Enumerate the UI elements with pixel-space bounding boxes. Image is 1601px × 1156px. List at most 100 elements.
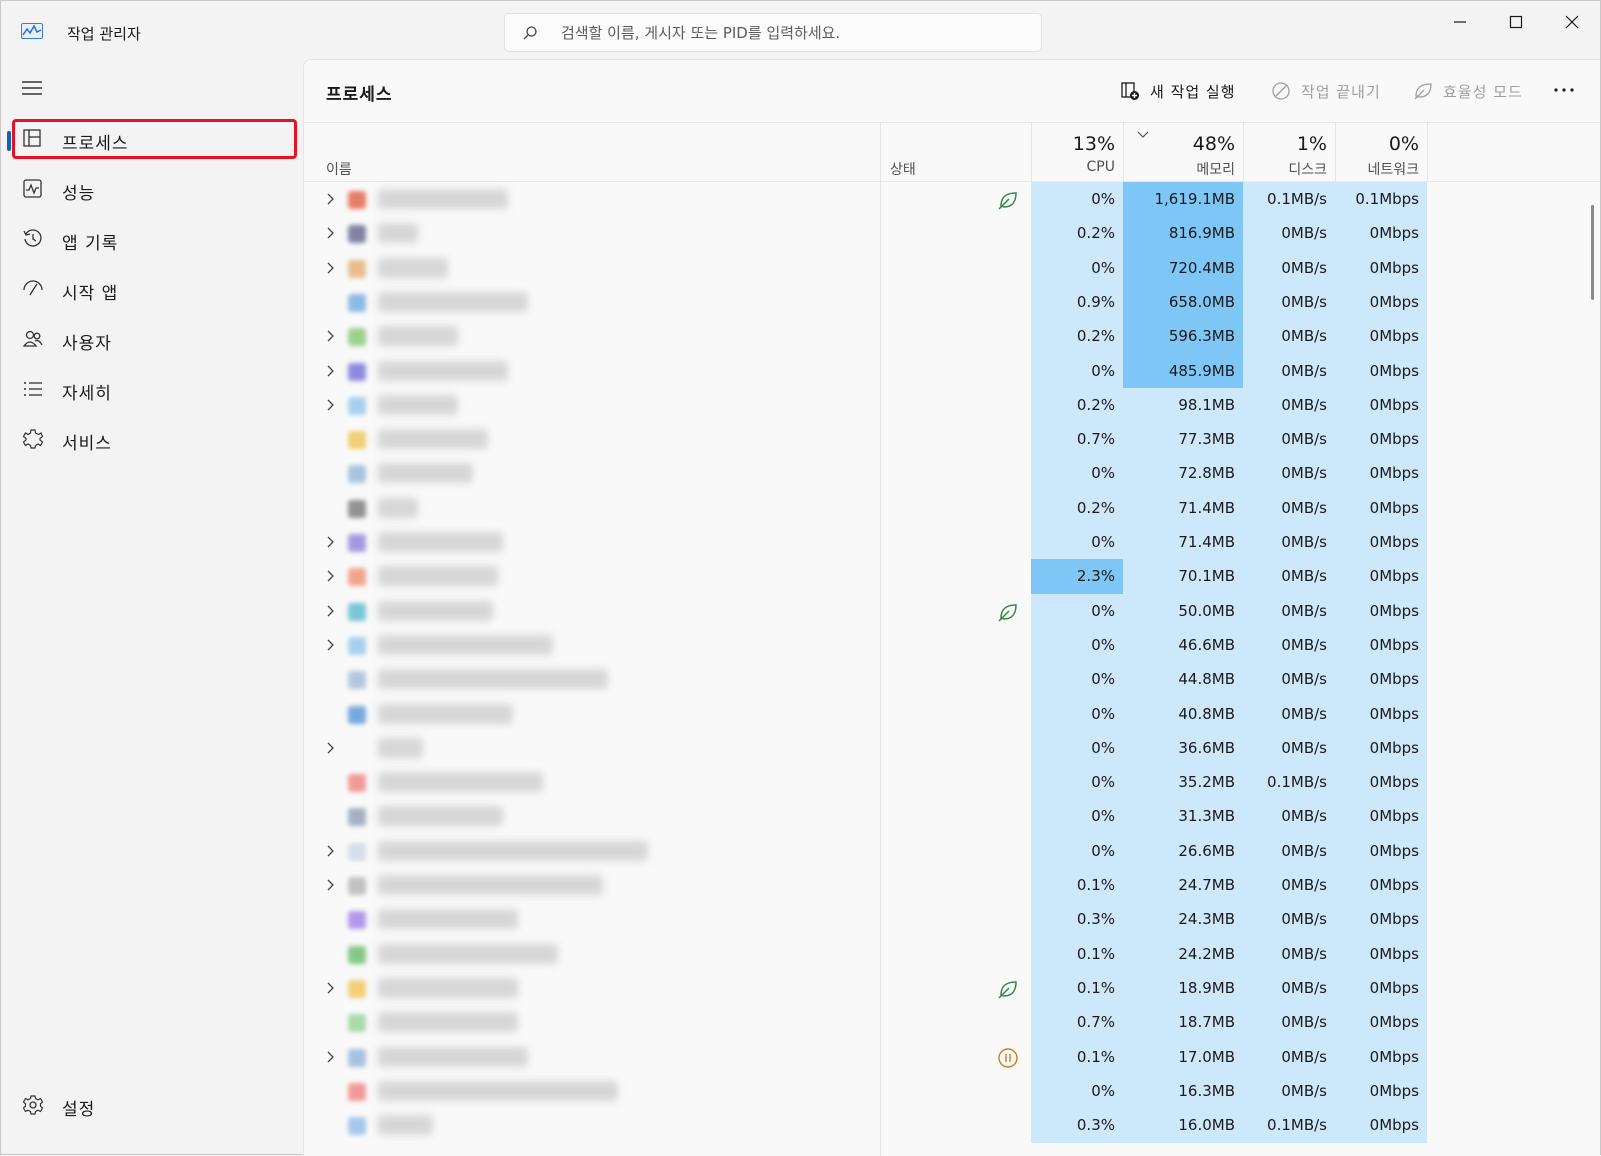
more-options-icon[interactable]: [1552, 80, 1576, 100]
column-header-name[interactable]: 이름: [326, 159, 352, 179]
end-task-button[interactable]: 작업 끝내기: [1271, 78, 1381, 104]
process-name-redacted: [378, 257, 448, 278]
table-row[interactable]: 0.1% 24.2MB 0MB/s 0Mbps: [304, 936, 1600, 972]
disk-cell: 0MB/s: [1243, 353, 1335, 389]
table-row[interactable]: 0% 31.3MB 0MB/s 0Mbps: [304, 799, 1600, 835]
chevron-right-icon[interactable]: [324, 638, 338, 652]
column-header-disk-percent[interactable]: 1%: [1243, 133, 1327, 155]
table-row[interactable]: 0.2% 71.4MB 0MB/s 0Mbps: [304, 490, 1600, 526]
table-row[interactable]: 0.1% 18.9MB 0MB/s 0Mbps: [304, 970, 1600, 1006]
table-row[interactable]: 0.2% 98.1MB 0MB/s 0Mbps: [304, 387, 1600, 423]
process-name-redacted: [378, 1012, 518, 1033]
table-row[interactable]: 0% 40.8MB 0MB/s 0Mbps: [304, 696, 1600, 732]
table-row[interactable]: 0% 44.8MB 0MB/s 0Mbps: [304, 662, 1600, 698]
table-row[interactable]: 0% 46.6MB 0MB/s 0Mbps: [304, 627, 1600, 663]
chevron-right-icon[interactable]: [324, 1050, 338, 1064]
sidebar-item-users[interactable]: 사용자: [12, 319, 297, 359]
table-row[interactable]: 0% 36.6MB 0MB/s 0Mbps: [304, 730, 1600, 766]
run-new-task-button[interactable]: 새 작업 실행: [1120, 78, 1236, 104]
process-name-redacted: [378, 669, 608, 690]
table-row[interactable]: 0% 35.2MB 0.1MB/s 0Mbps: [304, 765, 1600, 801]
column-header-cpu[interactable]: CPU: [1031, 159, 1115, 175]
sidebar-item-settings[interactable]: 설정: [12, 1085, 297, 1125]
startup-apps-icon: [23, 280, 43, 296]
table-row[interactable]: 0% 16.3MB 0MB/s 0Mbps: [304, 1073, 1600, 1109]
table-row[interactable]: 0% 72.8MB 0MB/s 0Mbps: [304, 456, 1600, 492]
chevron-right-icon[interactable]: [324, 329, 338, 343]
process-icon: [348, 431, 366, 450]
chevron-right-icon[interactable]: [324, 364, 338, 378]
chevron-right-icon[interactable]: [324, 226, 338, 240]
process-name-redacted: [378, 189, 508, 209]
close-button[interactable]: [1544, 1, 1600, 43]
hamburger-menu-icon[interactable]: [21, 79, 43, 97]
search-box[interactable]: [504, 13, 1042, 52]
chevron-right-icon[interactable]: [324, 261, 338, 275]
table-row[interactable]: 0% 50.0MB 0MB/s 0Mbps: [304, 593, 1600, 629]
table-row[interactable]: 0.1% 24.7MB 0MB/s 0Mbps: [304, 868, 1600, 903]
process-name-redacted: [378, 566, 498, 587]
table-row[interactable]: 0% 485.9MB 0MB/s 0Mbps: [304, 353, 1600, 389]
memory-cell: 71.4MB: [1123, 525, 1243, 560]
sidebar-item-performance[interactable]: 성능: [12, 169, 297, 209]
chevron-right-icon[interactable]: [324, 878, 338, 892]
column-header-network[interactable]: 네트워크: [1335, 159, 1419, 179]
services-icon: [22, 429, 44, 449]
column-header-disk[interactable]: 디스크: [1243, 159, 1327, 179]
disk-cell: 0MB/s: [1243, 799, 1335, 835]
process-icon: [348, 259, 366, 278]
table-row[interactable]: 0.2% 596.3MB 0MB/s 0Mbps: [304, 319, 1600, 355]
details-icon: [24, 382, 42, 396]
table-row[interactable]: 2.3% 70.1MB 0MB/s 0Mbps: [304, 559, 1600, 595]
table-row[interactable]: 0% 1,619.1MB 0.1MB/s 0.1Mbps: [304, 182, 1600, 217]
memory-cell: 16.3MB: [1123, 1073, 1243, 1109]
chevron-right-icon[interactable]: [324, 981, 338, 995]
process-name-redacted: [378, 943, 558, 964]
chevron-right-icon[interactable]: [324, 741, 338, 755]
table-row[interactable]: 0.7% 77.3MB 0MB/s 0Mbps: [304, 422, 1600, 458]
sidebar-item-processes[interactable]: 프로세스: [12, 119, 297, 159]
process-name-redacted: [378, 1080, 618, 1101]
efficiency-mode-button[interactable]: 효율성 모드: [1413, 78, 1523, 104]
table-row[interactable]: 0.2% 816.9MB 0MB/s 0Mbps: [304, 216, 1600, 252]
sidebar-item-app-history[interactable]: 앱 기록: [12, 219, 297, 259]
column-header-cpu-percent[interactable]: 13%: [1031, 133, 1115, 155]
process-icon: [348, 534, 366, 552]
column-header-status[interactable]: 상태: [890, 159, 916, 179]
memory-cell: 18.9MB: [1123, 970, 1243, 1006]
sidebar-item-services[interactable]: 서비스: [12, 419, 297, 459]
maximize-button[interactable]: [1488, 1, 1544, 43]
sidebar-item-label: 성능: [62, 184, 96, 204]
table-row[interactable]: 0% 26.6MB 0MB/s 0Mbps: [304, 833, 1600, 869]
chevron-right-icon[interactable]: [324, 569, 338, 583]
table-row[interactable]: 0.9% 658.0MB 0MB/s 0Mbps: [304, 284, 1600, 320]
sidebar-item-startup-apps[interactable]: 시작 앱: [12, 269, 297, 309]
sidebar-item-details[interactable]: 자세히: [12, 369, 297, 409]
table-row[interactable]: 0.7% 18.7MB 0MB/s 0Mbps: [304, 1005, 1600, 1041]
cpu-cell: 0%: [1031, 1073, 1123, 1109]
new-task-icon: [1121, 82, 1139, 100]
process-icon: [348, 602, 366, 621]
table-row[interactable]: 0% 71.4MB 0MB/s 0Mbps: [304, 525, 1600, 560]
chevron-right-icon[interactable]: [324, 604, 338, 618]
chevron-right-icon[interactable]: [324, 398, 338, 412]
cpu-cell: 0%: [1031, 456, 1123, 492]
table-row[interactable]: 0% 720.4MB 0MB/s 0Mbps: [304, 250, 1600, 286]
chevron-right-icon[interactable]: [324, 535, 338, 549]
table-row[interactable]: 0.3% 16.0MB 0.1MB/s 0Mbps: [304, 1108, 1600, 1144]
column-header-memory-percent[interactable]: 48%: [1123, 133, 1235, 155]
table-row[interactable]: 0.3% 24.3MB 0MB/s 0Mbps: [304, 902, 1600, 938]
memory-cell: 24.3MB: [1123, 902, 1243, 938]
chevron-right-icon[interactable]: [324, 192, 338, 206]
minimize-button[interactable]: [1432, 1, 1488, 43]
cpu-cell: 0.1%: [1031, 936, 1123, 972]
process-icon: [348, 465, 366, 484]
search-input[interactable]: [561, 22, 1021, 44]
column-header-memory[interactable]: 메모리: [1123, 159, 1235, 179]
column-header-network-percent[interactable]: 0%: [1335, 133, 1419, 155]
cpu-cell: 0%: [1031, 696, 1123, 732]
vertical-scrollbar[interactable]: [1591, 205, 1594, 300]
network-cell: 0Mbps: [1335, 696, 1427, 732]
table-row[interactable]: 0.1% 17.0MB 0MB/s 0Mbps: [304, 1039, 1600, 1075]
chevron-right-icon[interactable]: [324, 844, 338, 858]
